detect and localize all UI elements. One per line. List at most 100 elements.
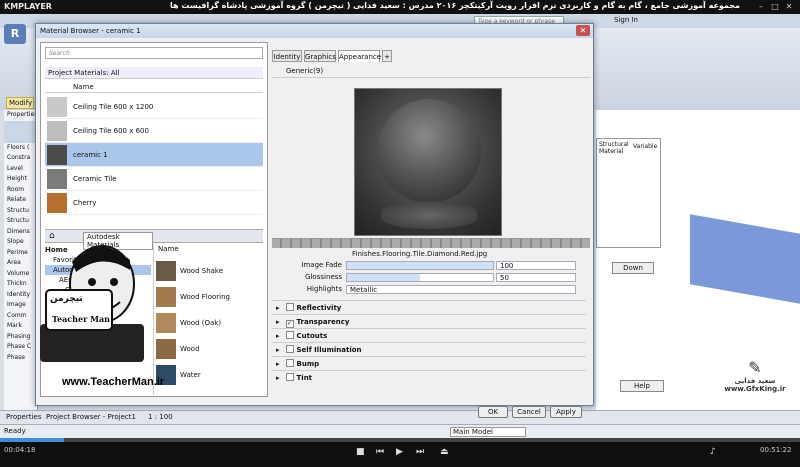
prop-row: Floors ( bbox=[7, 143, 30, 151]
library-swatch bbox=[156, 313, 176, 333]
stop-icon[interactable]: ■ bbox=[356, 447, 365, 457]
library-item[interactable]: Wood Flooring bbox=[156, 285, 262, 309]
section-label: Self Illumination bbox=[296, 346, 362, 354]
prop-row: Identity bbox=[7, 290, 30, 298]
material-swatch bbox=[47, 97, 67, 117]
library-swatch bbox=[156, 339, 176, 359]
help-button[interactable]: Help bbox=[620, 380, 664, 392]
image-fade-slider[interactable] bbox=[346, 261, 494, 270]
material-editor-pane: Identity Graphics Appearance + Generic(9… bbox=[272, 42, 590, 418]
volume-icon[interactable]: ♪ bbox=[710, 447, 716, 457]
texture-thumbnail[interactable] bbox=[272, 238, 590, 248]
status-bar: Ready Main Model bbox=[0, 424, 800, 438]
ok-button[interactable]: OK bbox=[478, 406, 508, 418]
type-preview[interactable] bbox=[4, 120, 37, 143]
project-materials-header[interactable]: Project Materials: All bbox=[45, 67, 263, 79]
texture-file-name: Finishes.Flooring.Tile.Diamond.Red.jpg bbox=[352, 250, 488, 258]
tint-checkbox[interactable] bbox=[285, 373, 294, 381]
next-icon[interactable]: ⏭ bbox=[416, 447, 424, 457]
material-swatch bbox=[47, 121, 67, 141]
section-bump[interactable]: ▸ Bump bbox=[272, 356, 586, 370]
material-name: Ceiling Tile 600 x 1200 bbox=[73, 103, 154, 111]
glossiness-label: Glossiness bbox=[305, 273, 342, 281]
section-label: Reflectivity bbox=[296, 304, 342, 312]
material-search-input[interactable]: Search bbox=[45, 47, 263, 59]
section-tint[interactable]: ▸ Tint bbox=[272, 370, 586, 384]
material-row[interactable]: Cherry bbox=[45, 191, 263, 215]
material-row[interactable]: Ceramic Tile bbox=[45, 167, 263, 191]
image-fade-label: Image Fade bbox=[301, 261, 342, 269]
add-tab-button[interactable]: + bbox=[382, 50, 392, 62]
material-row[interactable]: Ceiling Tile 600 x 600 bbox=[45, 119, 263, 143]
brand-icon: ✎ bbox=[748, 358, 762, 377]
tab-project-browser[interactable]: Project Browser - Project1 bbox=[46, 413, 136, 421]
highlights-dropdown[interactable]: Metallic bbox=[346, 285, 576, 294]
library-item[interactable]: Water bbox=[156, 363, 262, 387]
material-swatch bbox=[47, 145, 67, 165]
eject-icon[interactable]: ⏏ bbox=[440, 447, 449, 457]
prop-row: Constra bbox=[7, 154, 31, 161]
tab-graphics[interactable]: Graphics bbox=[304, 50, 336, 62]
section-label: Tint bbox=[296, 374, 313, 382]
modify-button[interactable]: Modify bbox=[6, 97, 34, 109]
down-button[interactable]: Down bbox=[612, 262, 654, 274]
material-name: ceramic 1 bbox=[73, 151, 108, 159]
cutouts-checkbox[interactable] bbox=[285, 331, 294, 339]
section-reflectivity[interactable]: ▸ Reflectivity bbox=[272, 300, 586, 314]
teacherman-cartoon: تیچرمن Teacher Man bbox=[36, 232, 156, 372]
application-menu-button[interactable]: R bbox=[4, 24, 26, 44]
workset-selector[interactable]: Main Model bbox=[450, 427, 526, 437]
material-swatch bbox=[47, 193, 67, 213]
library-item-name: Wood Flooring bbox=[180, 293, 230, 301]
section-self-illumination[interactable]: ▸ Self Illumination bbox=[272, 342, 586, 356]
prop-row: Properties bbox=[7, 111, 37, 118]
prop-row: Dimens bbox=[7, 227, 30, 235]
tab-appearance[interactable]: Appearance bbox=[338, 50, 381, 62]
glossiness-value[interactable]: 50 bbox=[496, 273, 576, 282]
player-logo: KMPLAYER bbox=[4, 2, 52, 11]
glossiness-slider[interactable] bbox=[346, 273, 494, 282]
library-item[interactable]: Wood Shake bbox=[156, 259, 262, 283]
reflectivity-checkbox[interactable] bbox=[285, 303, 294, 311]
previous-icon[interactable]: ⏮ bbox=[376, 447, 384, 457]
section-label: Bump bbox=[296, 360, 320, 368]
material-name: Cherry bbox=[73, 199, 97, 207]
library-name-header[interactable]: Name bbox=[158, 245, 179, 253]
tab-properties[interactable]: Properties bbox=[6, 413, 41, 421]
view-scale[interactable]: 1 : 100 bbox=[148, 413, 173, 421]
apply-button[interactable]: Apply bbox=[550, 406, 582, 418]
properties-panel: Properties Floors ( Constra Level Height… bbox=[4, 110, 38, 410]
material-preview[interactable] bbox=[354, 88, 502, 236]
image-fade-value[interactable]: 100 bbox=[496, 261, 576, 270]
transparency-checkbox[interactable]: ✓ bbox=[285, 320, 294, 328]
tab-identity[interactable]: Identity bbox=[272, 50, 302, 62]
self-illumination-checkbox[interactable] bbox=[285, 345, 294, 353]
library-item-name: Wood bbox=[180, 345, 200, 353]
material-swatch bbox=[47, 169, 67, 189]
prop-row: Room bbox=[7, 185, 25, 193]
library-item[interactable]: Wood bbox=[156, 337, 262, 361]
sign-in-link[interactable]: Sign In bbox=[614, 16, 638, 24]
library-item[interactable]: Wood (Oak) bbox=[156, 311, 262, 335]
bump-checkbox[interactable] bbox=[285, 359, 294, 367]
seek-bar[interactable] bbox=[0, 438, 800, 442]
play-icon[interactable]: ▶ bbox=[396, 447, 403, 457]
dialog-close-icon[interactable]: ✕ bbox=[576, 25, 590, 36]
name-column-header[interactable]: Name bbox=[45, 81, 263, 93]
section-transparency[interactable]: ▸ ✓ Transparency bbox=[272, 314, 586, 328]
prop-row: Volume bbox=[7, 269, 30, 277]
section-label: Transparency bbox=[296, 318, 350, 326]
time-total: 00:51:22 bbox=[760, 446, 792, 454]
bottom-tabs: Properties Project Browser - Project1 1 … bbox=[0, 410, 800, 424]
material-row[interactable]: Ceiling Tile 600 x 1200 bbox=[45, 95, 263, 119]
prop-row: Slope bbox=[7, 238, 24, 245]
maximize-icon[interactable]: □ bbox=[770, 2, 780, 12]
material-row-selected[interactable]: ceramic 1 bbox=[45, 143, 263, 167]
cancel-button[interactable]: Cancel bbox=[512, 406, 546, 418]
player-title-bar: KMPLAYER مجموعه آموزشی جامع ، گام به گام… bbox=[0, 0, 800, 14]
section-label: Cutouts bbox=[296, 332, 328, 340]
minimize-icon[interactable]: – bbox=[756, 2, 766, 12]
close-icon[interactable]: ✕ bbox=[784, 2, 794, 12]
status-text: Ready bbox=[4, 427, 26, 435]
section-cutouts[interactable]: ▸ Cutouts bbox=[272, 328, 586, 342]
